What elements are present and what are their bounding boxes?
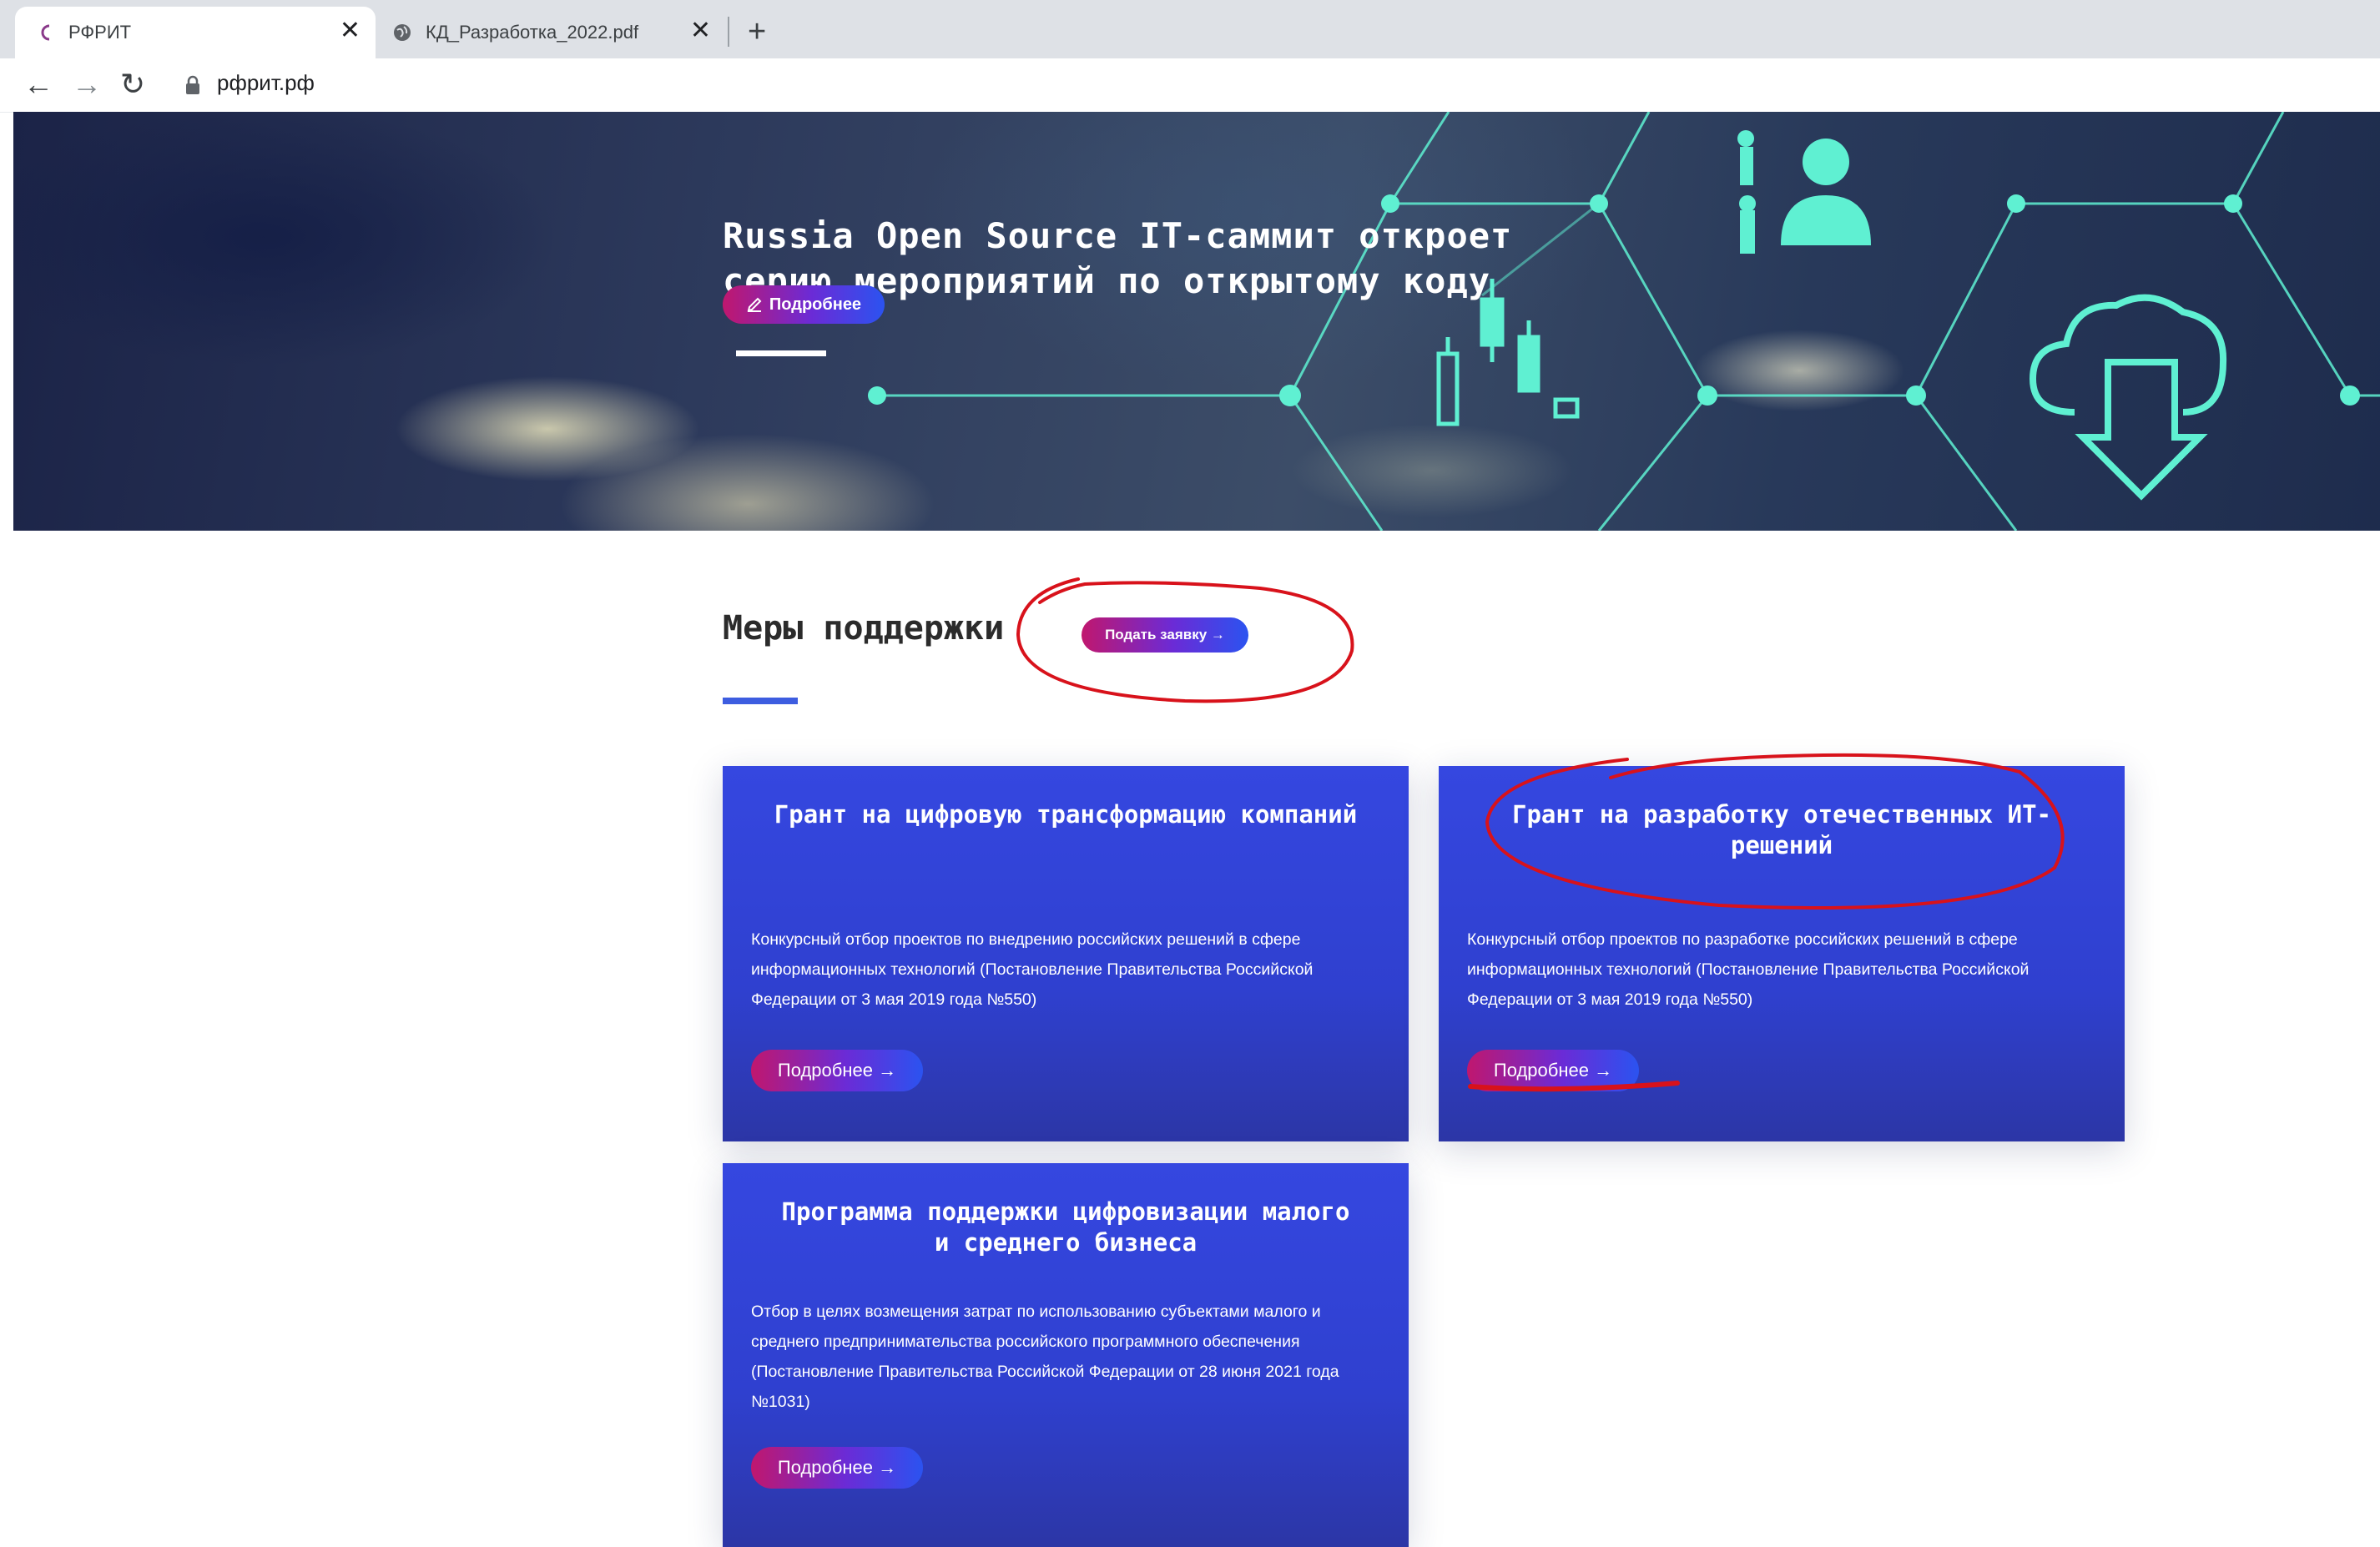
hero-more-button[interactable]: Подробнее [723,285,885,324]
back-arrow-icon[interactable]: ← [23,65,53,103]
card-description: Конкурсный отбор проектов по разработке … [1467,930,2030,1009]
tab-rfrit[interactable]: РФРИТ ✕ [15,7,376,58]
address-bar-url[interactable]: рфрит.рф [217,70,315,96]
globe-icon [394,24,411,41]
card-title: Грант на разработку отечественных ИТ-реш… [1511,800,2051,859]
hero-more-button-label: Подробнее [769,295,862,314]
support-card-smb-digitalization: Программа поддержки цифровизации малого … [723,1163,1409,1547]
card-description: Отбор в целях возмещения затрат по испол… [751,1303,1339,1411]
card-title: Грант на цифровую трансформацию компаний [774,800,1358,829]
hero-divider [736,350,826,356]
lock-icon[interactable] [185,75,200,95]
forward-arrow-icon[interactable]: → [72,65,102,103]
browser-tab-bar: РФРИТ ✕ КД_Разработка_2022.pdf ✕ + [0,0,2380,58]
card-more-button[interactable]: Подробнее → [751,1447,923,1489]
hero-banner: Russia Open Source IT-саммит откроет сер… [13,112,2380,531]
support-card-digital-transformation: Грант на цифровую трансформацию компаний… [723,766,1409,1141]
close-icon[interactable]: ✕ [690,18,711,43]
card-description: Конкурсный отбор проектов по внедрению р… [751,930,1314,1009]
section-title: Меры поддержки [723,609,1005,648]
network-hexagon-graphic [868,112,2380,531]
support-card-it-development: Грант на разработку отечественных ИТ-реш… [1439,766,2125,1141]
new-tab-icon[interactable]: + [748,8,766,55]
browser-toolbar [0,58,2380,113]
apply-button[interactable]: Подать заявку → [1082,617,1248,653]
close-icon[interactable]: ✕ [340,18,361,43]
pencil-icon [747,297,762,312]
card-title: Программа поддержки цифровизации малого … [781,1197,1350,1257]
reload-icon[interactable]: ↻ [120,65,145,103]
rfrit-logo-icon [41,24,50,41]
card-more-button[interactable]: Подробнее → [1467,1050,1639,1091]
tab-separator [728,17,729,47]
card-more-button[interactable]: Подробнее → [751,1050,923,1091]
tab-pdf[interactable]: КД_Разработка_2022.pdf ✕ [384,7,726,58]
tab-title: РФРИТ [68,22,132,43]
tab-title: КД_Разработка_2022.pdf [426,22,639,43]
hero-title-line-1: Russia Open Source IT-саммит откроет [723,215,1513,256]
section-underline [723,698,798,704]
